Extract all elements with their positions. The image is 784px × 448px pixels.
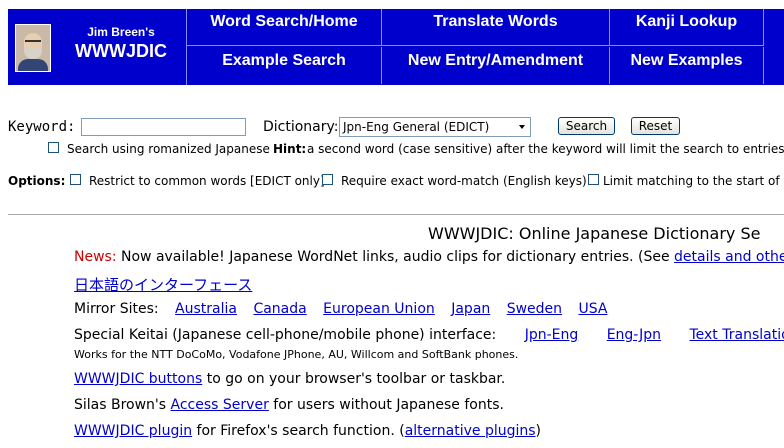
mirror-label: Mirror Sites: (74, 301, 159, 317)
access-server-link[interactable]: Access Server (171, 397, 269, 413)
silas-text: Silas Brown's (74, 397, 171, 413)
common-words-checkbox[interactable] (70, 174, 81, 185)
buttons-line: WWWJDIC buttons to go on your browser's … (74, 371, 505, 387)
reset-button[interactable]: Reset (631, 117, 680, 135)
exact-match-checkbox[interactable] (322, 174, 333, 185)
wwwjdic-plugin-link[interactable]: WWWJDIC plugin (74, 423, 192, 439)
keitai-jpn-eng-link[interactable]: Jpn-Eng (525, 327, 579, 343)
nav-translate-words[interactable]: Translate Words (382, 9, 610, 46)
keitai-text: Special Keitai (Japanese cell-phone/mobi… (74, 327, 497, 343)
exact-match-label: Require exact word-match (English keys) (341, 174, 587, 188)
hint-text: a second word (case sensitive) after the… (307, 142, 784, 156)
romanized-checkbox[interactable] (48, 142, 59, 153)
access-server-line: Silas Brown's Access Server for users wi… (74, 397, 504, 413)
japanese-interface-line: 日本語のインターフェース (74, 274, 252, 295)
buttons-text: to go on your browser's toolbar or taskb… (202, 371, 506, 387)
dictionary-selected: Jpn-Eng General (EDICT) (343, 120, 490, 134)
plugin-text: for Firefox's search function. ( (192, 423, 405, 439)
header-bar: Jim Breen's WWWJDIC Word Search/Home Tra… (8, 9, 784, 85)
alternative-plugins-link[interactable]: alternative plugins (405, 423, 536, 439)
japanese-interface-link[interactable]: 日本語のインターフェース (74, 276, 252, 294)
nav-new-examples[interactable]: New Examples (610, 47, 764, 84)
page-title: WWWJDIC: Online Japanese Dictionary Se (428, 224, 761, 243)
divider (8, 214, 784, 215)
limit-start-label: Limit matching to the start of w (603, 174, 784, 188)
news-line: News: Now available! Japanese WordNet li… (74, 249, 784, 265)
keyword-label: Keyword: (8, 119, 76, 135)
dictionary-label: Dictionary: (263, 119, 339, 135)
mirror-canada[interactable]: Canada (253, 301, 306, 317)
common-words-label: Restrict to common words [EDICT only] (89, 174, 325, 188)
wwwjdic-buttons-link[interactable]: WWWJDIC buttons (74, 371, 202, 387)
hint-label: Hint: (273, 142, 307, 156)
brand-subtitle: Jim Breen's (87, 25, 155, 39)
nav-word-search-home[interactable]: Word Search/Home (187, 9, 382, 46)
news-details-link[interactable]: details and other dev (674, 249, 784, 265)
mirror-australia[interactable]: Australia (175, 301, 237, 317)
nav-new-entry-amendment[interactable]: New Entry/Amendment (382, 47, 610, 84)
keyword-input[interactable] (81, 118, 246, 136)
plugin-close: ) (535, 423, 542, 439)
silas-text-2: for users without Japanese fonts. (268, 397, 504, 413)
keitai-line: Special Keitai (Japanese cell-phone/mobi… (74, 327, 784, 343)
mirror-european-union[interactable]: European Union (323, 301, 435, 317)
options-label: Options: (8, 174, 66, 188)
mirror-sites-line: Mirror Sites: Australia Canada European … (74, 301, 607, 317)
chevron-down-icon (519, 125, 525, 129)
news-label: News: (74, 249, 117, 265)
mirror-japan[interactable]: Japan (451, 301, 490, 317)
brand-title: WWWJDIC (75, 41, 167, 61)
limit-start-checkbox[interactable] (588, 174, 599, 185)
nav-example-search[interactable]: Example Search (187, 47, 382, 84)
news-text: Now available! Japanese WordNet links, a… (121, 249, 675, 265)
plugin-line: WWWJDIC plugin for Firefox's search func… (74, 423, 541, 439)
keitai-eng-jpn-link[interactable]: Eng-Jpn (607, 327, 661, 343)
search-button[interactable]: Search (558, 117, 615, 135)
dictionary-select[interactable]: Jpn-Eng General (EDICT) (339, 117, 531, 137)
brand-block: Jim Breen's WWWJDIC (8, 9, 187, 85)
romanized-label: Search using romanized Japanese (67, 142, 270, 156)
keitai-note: Works for the NTT DoCoMo, Vodafone JPhon… (74, 348, 519, 361)
mirror-usa[interactable]: USA (579, 301, 608, 317)
mirror-sweden[interactable]: Sweden (507, 301, 562, 317)
nav-kanji-lookup[interactable]: Kanji Lookup (610, 9, 764, 46)
keitai-text-translation-link[interactable]: Text Translation (689, 327, 784, 343)
author-photo (15, 24, 51, 72)
